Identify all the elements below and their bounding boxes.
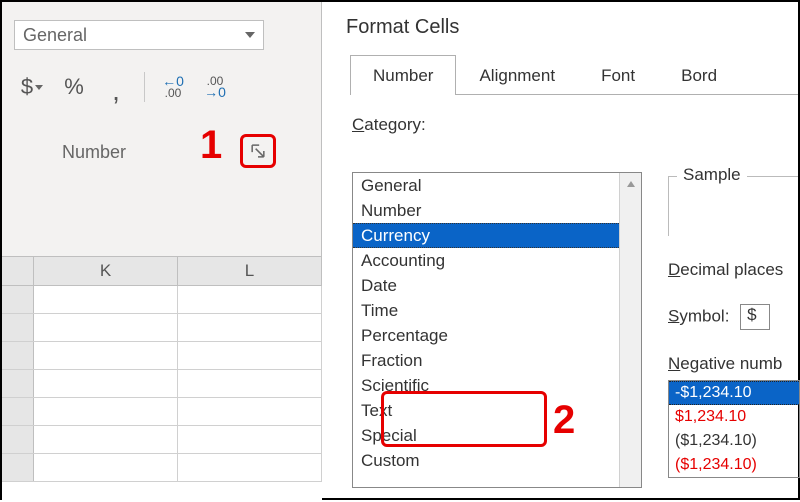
category-item[interactable]: Fraction xyxy=(353,348,621,373)
separator xyxy=(144,72,145,102)
callout-1: 1 xyxy=(200,123,222,168)
dialog-launcher-icon xyxy=(251,144,265,158)
category-listbox[interactable]: GeneralNumberCurrencyAccountingDateTimeP… xyxy=(352,172,642,488)
format-options: Sample Decimal places Symbol: $ Negative… xyxy=(668,172,798,478)
number-format-value: General xyxy=(23,25,87,46)
negative-number-option[interactable]: -$1,234.10 xyxy=(669,381,799,405)
category-item[interactable]: Number xyxy=(353,198,621,223)
column-header-l[interactable]: L xyxy=(178,257,322,285)
tab-alignment[interactable]: Alignment xyxy=(456,55,578,95)
category-label: Category: xyxy=(352,115,798,135)
dialog-launcher-button[interactable] xyxy=(240,134,276,168)
worksheet-grid[interactable] xyxy=(2,286,322,502)
negative-number-option[interactable]: ($1,234.10) xyxy=(669,429,799,453)
column-header-k[interactable]: K xyxy=(34,257,178,285)
category-item[interactable]: Time xyxy=(353,298,621,323)
number-format-combo[interactable]: General xyxy=(14,20,264,50)
category-item[interactable]: Scientific xyxy=(353,373,621,398)
format-cells-dialog: Format Cells Number Alignment Font Bord … xyxy=(322,2,798,498)
decimal-places-label: Decimal places xyxy=(668,260,798,280)
sample-box: Sample xyxy=(668,176,798,236)
ribbon-number-group: General $ % , ←0 .00 .00 →0 Number 1 xyxy=(2,2,322,502)
tab-font[interactable]: Font xyxy=(578,55,658,95)
select-all-corner[interactable] xyxy=(2,257,34,285)
ribbon-group-label: Number xyxy=(62,142,126,163)
negative-number-option[interactable]: $1,234.10 xyxy=(669,405,799,429)
category-item[interactable]: Special xyxy=(353,423,621,448)
symbol-row: Symbol: $ xyxy=(668,304,798,330)
scrollbar[interactable] xyxy=(619,173,641,487)
chevron-down-icon xyxy=(245,32,255,38)
tab-border[interactable]: Bord xyxy=(658,55,740,95)
symbol-combo[interactable]: $ xyxy=(740,304,770,330)
category-item[interactable]: Text xyxy=(353,398,621,423)
accounting-format-button[interactable]: $ xyxy=(14,69,50,105)
scroll-up-icon[interactable] xyxy=(626,173,636,195)
increase-decimal-button[interactable]: ←0 .00 xyxy=(155,69,191,105)
comma-style-button[interactable]: , xyxy=(98,73,134,109)
sample-label: Sample xyxy=(677,165,747,185)
category-item[interactable]: Date xyxy=(353,273,621,298)
decrease-decimal-button[interactable]: .00 →0 xyxy=(197,69,233,105)
category-item[interactable]: Accounting xyxy=(353,248,621,273)
category-item[interactable]: Percentage xyxy=(353,323,621,348)
column-headers: K L xyxy=(2,256,322,286)
category-item[interactable]: Custom xyxy=(353,448,621,473)
number-buttons-row: $ % , ←0 .00 .00 →0 xyxy=(14,64,310,110)
dialog-tabs: Number Alignment Font Bord xyxy=(350,55,798,95)
negative-number-option[interactable]: ($1,234.10) xyxy=(669,453,799,477)
category-item[interactable]: Currency xyxy=(353,223,621,248)
tab-number[interactable]: Number xyxy=(350,55,456,95)
dialog-title: Format Cells xyxy=(342,8,798,55)
category-item[interactable]: General xyxy=(353,173,621,198)
percent-style-button[interactable]: % xyxy=(56,69,92,105)
negative-numbers-label: Negative numb xyxy=(668,354,798,374)
chevron-down-icon xyxy=(35,85,43,90)
negative-numbers-listbox[interactable]: -$1,234.10$1,234.10($1,234.10)($1,234.10… xyxy=(668,380,800,478)
